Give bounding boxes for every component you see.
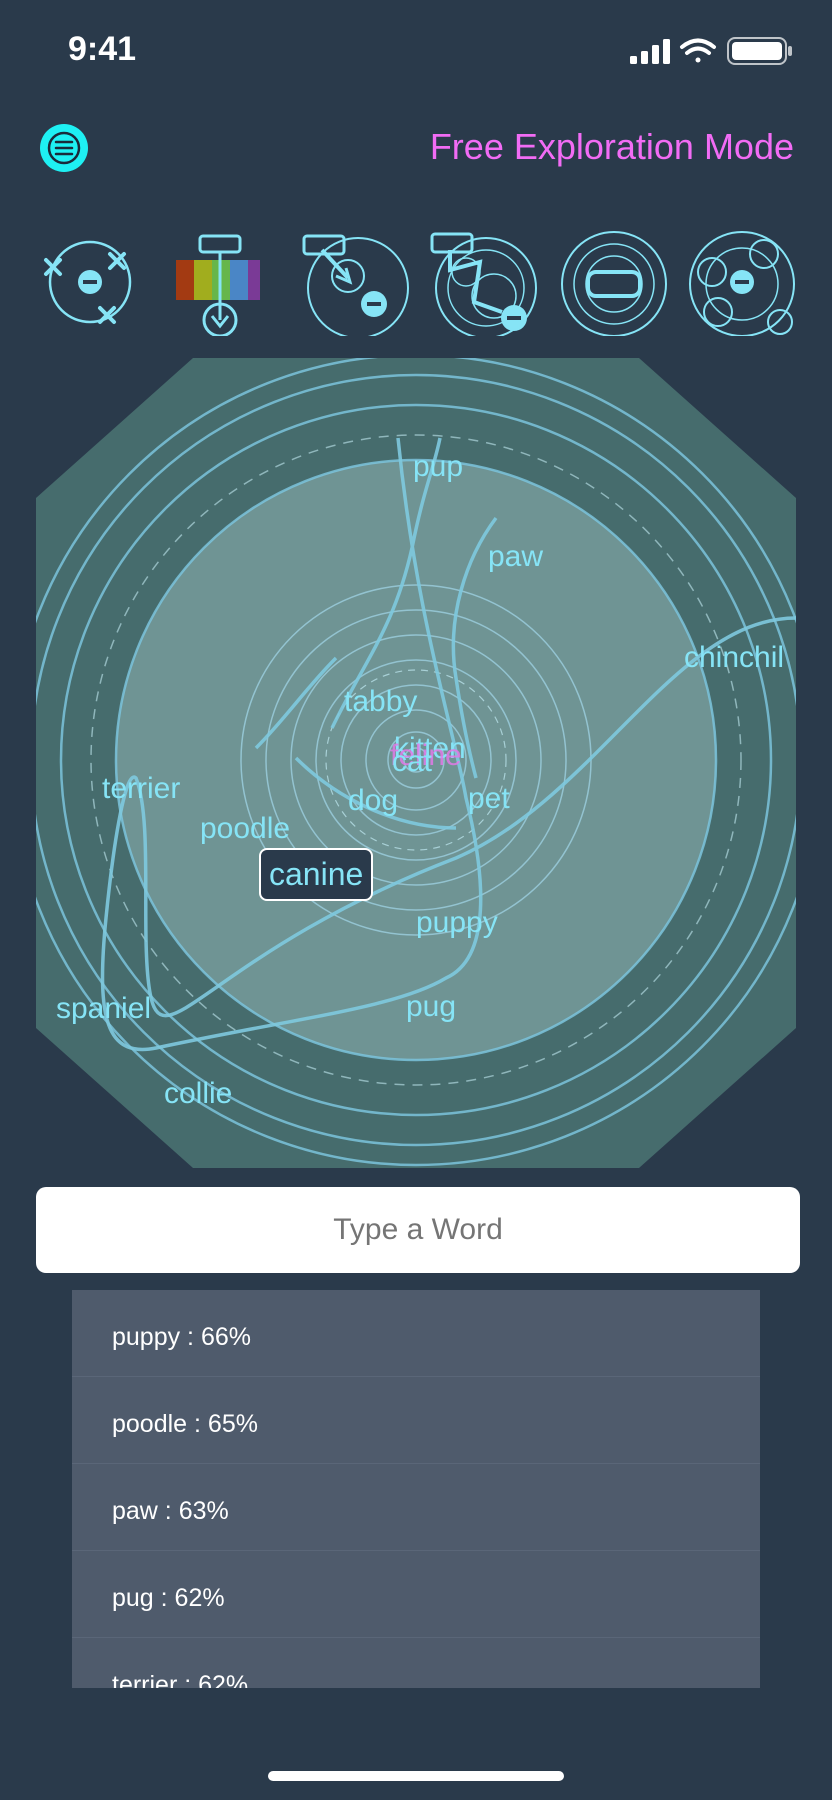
tool-palette <box>40 226 800 346</box>
cluster-bubbles-tool[interactable] <box>686 226 796 346</box>
word-terrier[interactable]: terrier <box>102 772 180 806</box>
status-icons <box>630 36 800 71</box>
word-paw[interactable]: paw <box>488 540 543 574</box>
cluster-bubbles-icon <box>689 231 795 337</box>
word-dog[interactable]: dog <box>348 784 398 818</box>
wifi-icon <box>680 38 716 63</box>
word-poodle[interactable]: poodle <box>200 812 290 846</box>
similarity-results-list[interactable]: puppy : 66% poodle : 65% paw : 63% pug :… <box>72 1290 760 1688</box>
semantic-map-canvas[interactable]: pup paw chinchil tabby kitten feline cat… <box>36 358 796 1168</box>
result-row[interactable]: terrier : 62% <box>72 1638 760 1688</box>
home-indicator[interactable] <box>268 1771 564 1781</box>
color-spectrum-tool[interactable] <box>172 226 282 346</box>
app-header: Free Exploration Mode <box>0 110 832 190</box>
mode-title: Free Exploration Mode <box>429 126 794 167</box>
word-input[interactable] <box>36 1187 800 1273</box>
result-row[interactable]: poodle : 65% <box>72 1377 760 1464</box>
word-pug[interactable]: pug <box>406 990 456 1024</box>
word-pup[interactable]: pup <box>413 450 463 484</box>
pin-to-center-icon <box>302 234 409 339</box>
word-collie[interactable]: collie <box>164 1077 232 1111</box>
word-puppy[interactable]: puppy <box>416 906 498 940</box>
word-chinchil[interactable]: chinchil <box>684 641 784 675</box>
scatter-remove-icon <box>44 240 132 324</box>
result-row[interactable]: puppy : 66% <box>72 1290 760 1377</box>
color-spectrum-pin-icon <box>176 234 260 338</box>
selected-word-canine[interactable]: canine <box>259 848 374 901</box>
word-cat[interactable]: cat <box>392 745 432 779</box>
result-row[interactable]: paw : 63% <box>72 1464 760 1551</box>
word-tabby[interactable]: tabby <box>344 685 417 719</box>
battery-icon <box>727 37 792 65</box>
word-spaniel[interactable]: spaniel <box>56 992 151 1026</box>
target-rings-tool[interactable] <box>558 226 668 346</box>
pin-to-center-tool[interactable] <box>302 226 412 346</box>
word-pet[interactable]: pet <box>468 782 510 816</box>
status-bar: 9:41 <box>0 0 832 100</box>
path-trace-tool[interactable] <box>430 226 540 346</box>
hamburger-icon <box>47 131 81 165</box>
status-time: 9:41 <box>68 30 137 68</box>
path-trace-icon <box>430 232 537 339</box>
scatter-remove-tool[interactable] <box>40 226 150 346</box>
signal-icon <box>630 39 670 64</box>
menu-button[interactable] <box>40 124 88 172</box>
target-rings-icon <box>561 231 667 337</box>
result-row[interactable]: pug : 62% <box>72 1551 760 1638</box>
